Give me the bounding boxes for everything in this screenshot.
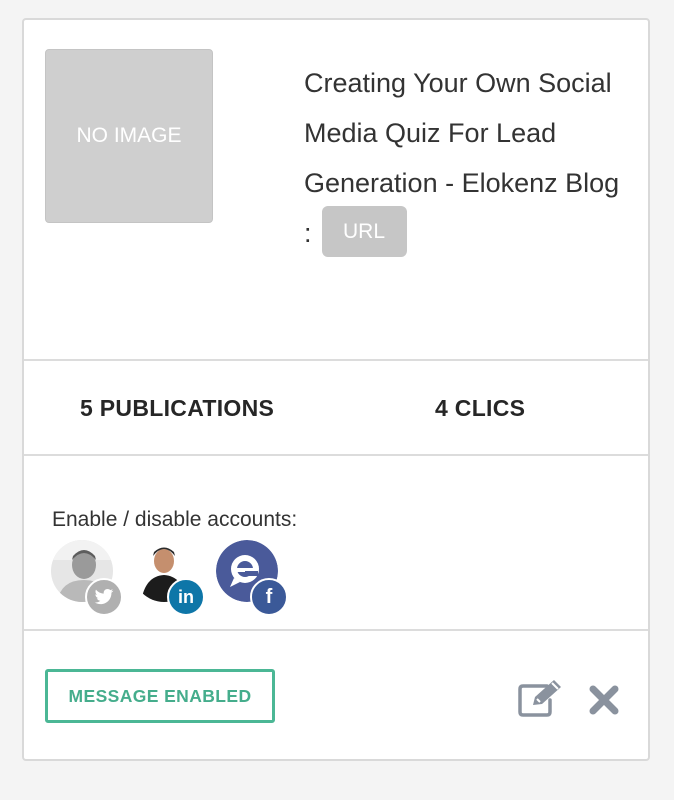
post-header: NO IMAGE Creating Your Own Social Media … (24, 20, 648, 361)
accounts-label: Enable / disable accounts: (52, 508, 298, 531)
publications-count: 5 PUBLICATIONS (80, 395, 275, 421)
account-toggle-twitter[interactable] (51, 540, 123, 616)
no-image-label: NO IMAGE (76, 124, 182, 147)
post-title-block: Creating Your Own Social Media Quiz For … (304, 58, 624, 258)
message-enabled-toggle[interactable]: MESSAGE ENABLED (45, 669, 275, 723)
account-toggle-linkedin[interactable]: in (133, 540, 205, 616)
twitter-icon (85, 578, 123, 616)
linkedin-icon: in (167, 578, 205, 616)
facebook-icon: f (250, 578, 288, 616)
post-card: NO IMAGE Creating Your Own Social Media … (22, 18, 650, 761)
stats-bar: 5 PUBLICATIONS 4 CLICS (24, 363, 648, 456)
edit-icon[interactable] (517, 678, 565, 718)
accounts-section: Enable / disable accounts: in f (24, 458, 648, 631)
account-toggle-facebook[interactable]: f (216, 540, 288, 616)
post-thumbnail: NO IMAGE (45, 49, 213, 223)
card-footer: MESSAGE ENABLED (24, 633, 648, 759)
url-button[interactable]: URL (321, 206, 407, 258)
close-icon[interactable] (587, 683, 621, 717)
clicks-count: 4 CLICS (435, 395, 526, 421)
